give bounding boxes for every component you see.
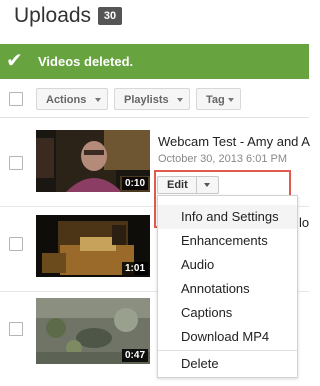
check-icon: ✔ [6, 50, 23, 72]
tag-label: Tag [206, 94, 225, 106]
menu-item-captions[interactable]: Captions [158, 301, 297, 325]
video-duration: 0:10 [121, 177, 148, 190]
video-title-fragment[interactable]: lo [299, 215, 309, 230]
uploads-header: Uploads 30 [0, 0, 309, 42]
actions-dropdown[interactable]: Actions [36, 88, 108, 110]
playlists-dropdown[interactable]: Playlists [114, 88, 190, 110]
menu-item-enhancements[interactable]: Enhancements [158, 229, 297, 253]
video-title-link[interactable]: Webcam Test - Amy and A [158, 134, 310, 149]
chevron-down-icon [95, 98, 101, 102]
menu-item-info-and-settings[interactable]: Info and Settings [158, 205, 297, 229]
video-thumbnail[interactable]: 0:47 [36, 298, 150, 364]
playlists-label: Playlists [124, 94, 169, 106]
chevron-down-icon [177, 98, 183, 102]
edit-dropdown-menu: Info and Settings Enhancements Audio Ann… [157, 195, 298, 378]
tag-dropdown[interactable]: Tag [196, 88, 241, 110]
video-duration: 0:47 [121, 349, 148, 362]
actions-label: Actions [46, 94, 87, 106]
video-date: October 30, 2013 6:01 PM [158, 153, 288, 165]
video-checkbox[interactable] [9, 156, 23, 170]
menu-item-delete[interactable]: Delete [158, 352, 297, 376]
video-thumbnail[interactable]: 1:01 [36, 215, 150, 277]
edit-label: Edit [167, 179, 188, 191]
select-all-checkbox[interactable] [9, 92, 23, 106]
menu-item-annotations[interactable]: Annotations [158, 277, 297, 301]
video-checkbox[interactable] [9, 237, 23, 251]
upload-count-badge: 30 [98, 7, 122, 25]
menu-divider [158, 350, 297, 351]
menu-item-download-mp4[interactable]: Download MP4 [158, 325, 297, 349]
chevron-down-icon [228, 98, 234, 102]
menu-item-audio[interactable]: Audio [158, 253, 297, 277]
success-banner: ✔ Videos deleted. [0, 44, 309, 79]
video-thumbnail[interactable]: 0:10 [36, 130, 150, 192]
edit-button-divider [196, 177, 197, 193]
edit-button[interactable]: Edit [157, 176, 219, 194]
video-checkbox[interactable] [9, 322, 23, 336]
banner-message: Videos deleted. [38, 54, 134, 69]
chevron-down-icon[interactable] [204, 183, 210, 187]
video-duration: 1:01 [121, 262, 148, 275]
page-title: Uploads [14, 4, 92, 27]
bulk-action-toolbar: Actions Playlists Tag [0, 84, 309, 118]
